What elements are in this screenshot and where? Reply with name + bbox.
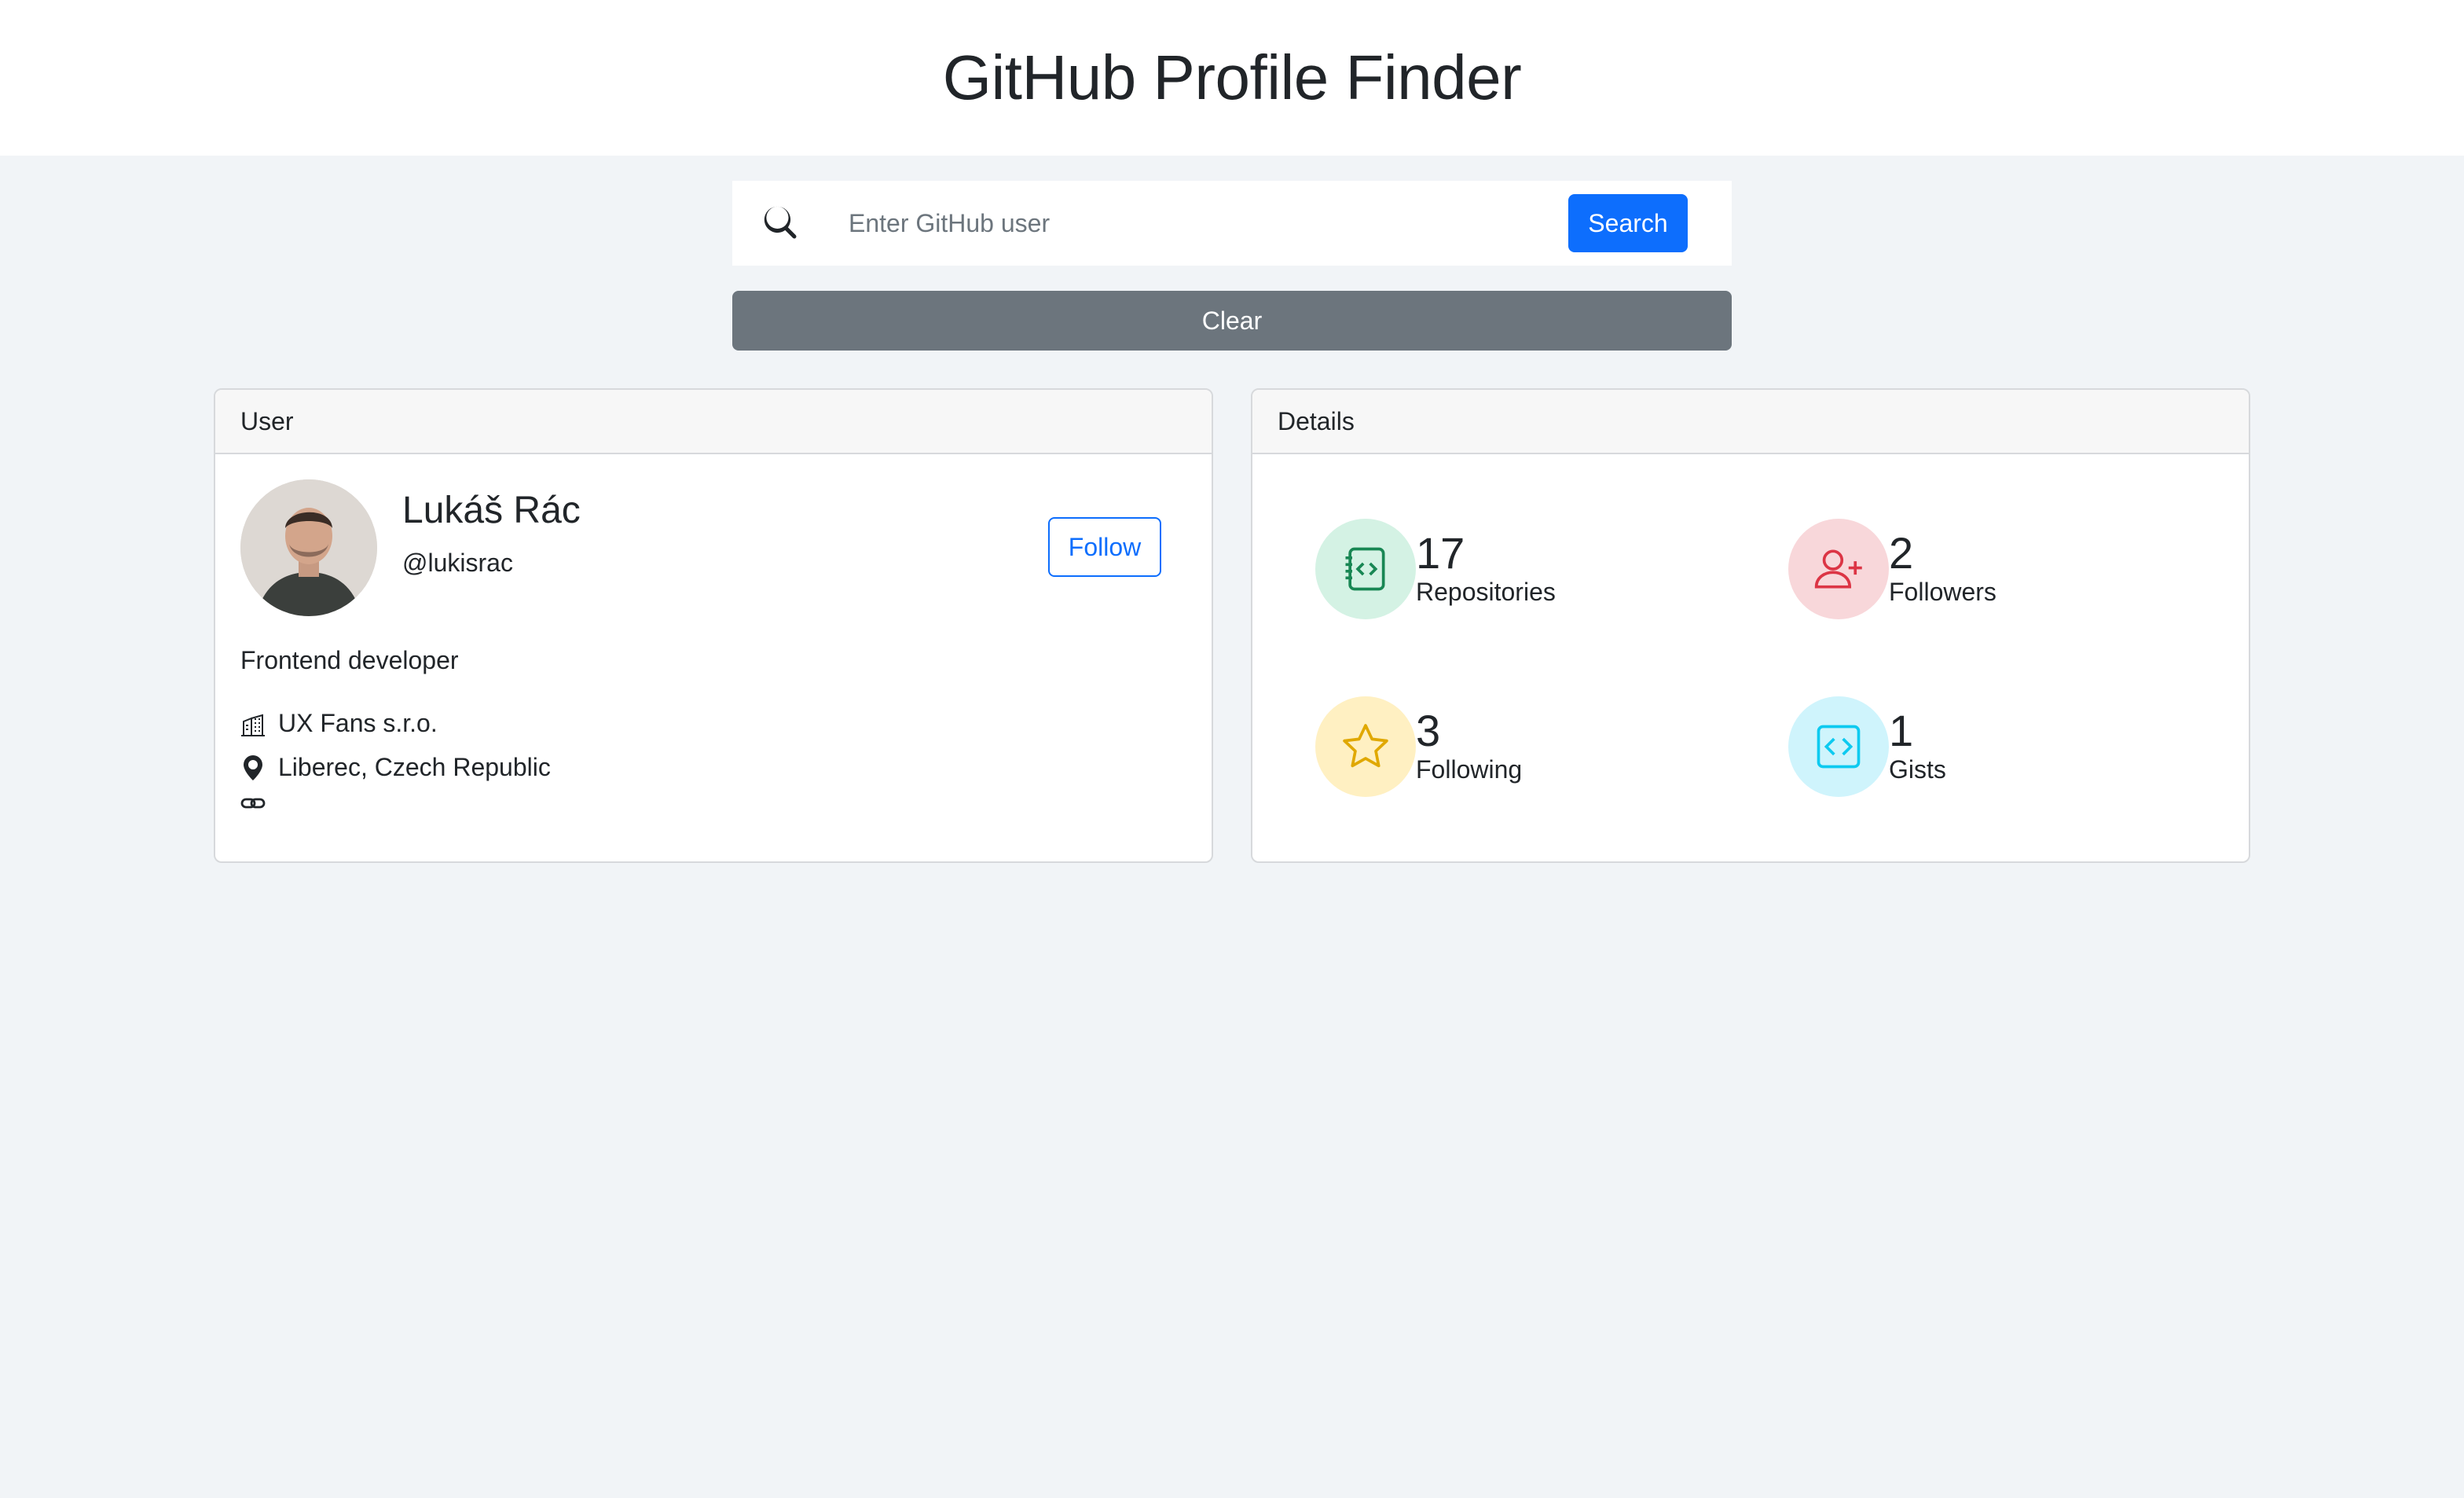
stat-value: 2 [1889, 528, 1914, 578]
stat-gists: 1 Gists [1788, 696, 1946, 797]
user-card-body: Lukáš Rác @lukisrac Follow Frontend deve… [215, 454, 1212, 861]
company-row: UX Fans s.r.o. [240, 709, 438, 738]
company-text: UX Fans s.r.o. [278, 709, 438, 737]
stat-label: Followers [1889, 578, 1996, 607]
stat-value: 17 [1416, 528, 1465, 578]
stat-label: Repositories [1416, 578, 1556, 607]
stat-value: 3 [1416, 706, 1441, 756]
stat-icon-wrap [1315, 519, 1416, 619]
user-card-header: User [215, 390, 1212, 454]
details-card: Details 17 Repositories 2 Followers 3 Fo… [1251, 388, 2250, 863]
user-bio: Frontend developer [240, 646, 459, 674]
stat-text: 1 Gists [1889, 708, 1946, 784]
search-section: Search Clear [732, 181, 1732, 351]
avatar-image [240, 479, 377, 616]
details-card-header: Details [1252, 390, 2249, 454]
avatar [240, 479, 377, 616]
link-row[interactable] [240, 791, 278, 816]
person-add-icon [1814, 549, 1862, 589]
clear-button[interactable]: Clear [732, 291, 1732, 351]
stat-value: 1 [1889, 706, 1914, 756]
stat-text: 2 Followers [1889, 531, 1996, 607]
user-card: User Lukáš Rác @lukisrac Follow Frontend… [214, 388, 1213, 863]
follow-button[interactable]: Follow [1048, 517, 1161, 577]
stat-followers: 2 Followers [1788, 519, 1996, 619]
stat-icon-wrap [1788, 519, 1889, 619]
stat-text: 17 Repositories [1416, 531, 1556, 607]
search-input[interactable] [849, 192, 1568, 255]
building-icon [241, 714, 265, 736]
geo-pin-icon [244, 755, 262, 780]
location-text: Liberec, Czech Republic [278, 753, 551, 781]
stat-label: Gists [1889, 755, 1946, 784]
repo-icon [1345, 547, 1385, 591]
stat-text: 3 Following [1416, 708, 1522, 784]
user-name: Lukáš Rác [402, 490, 581, 531]
details-card-body: 17 Repositories 2 Followers 3 Following … [1252, 454, 2249, 861]
search-icon [764, 206, 797, 239]
search-bar: Search [732, 181, 1732, 266]
user-login: @lukisrac [402, 549, 513, 577]
stat-following: 3 Following [1315, 696, 1522, 797]
star-icon [1343, 724, 1388, 768]
stat-label: Following [1416, 755, 1523, 784]
page-title: GitHub Profile Finder [942, 42, 1522, 112]
results-section: User Lukáš Rác @lukisrac Follow Frontend… [214, 388, 2250, 863]
code-square-icon [1817, 725, 1861, 769]
link-icon[interactable] [240, 791, 266, 816]
stat-icon-wrap [1788, 696, 1889, 797]
stat-repositories: 17 Repositories [1315, 519, 1556, 619]
page-header: GitHub Profile Finder [0, 0, 2464, 156]
location-row: Liberec, Czech Republic [240, 753, 551, 782]
stat-icon-wrap [1315, 696, 1416, 797]
search-button[interactable]: Search [1568, 194, 1688, 252]
